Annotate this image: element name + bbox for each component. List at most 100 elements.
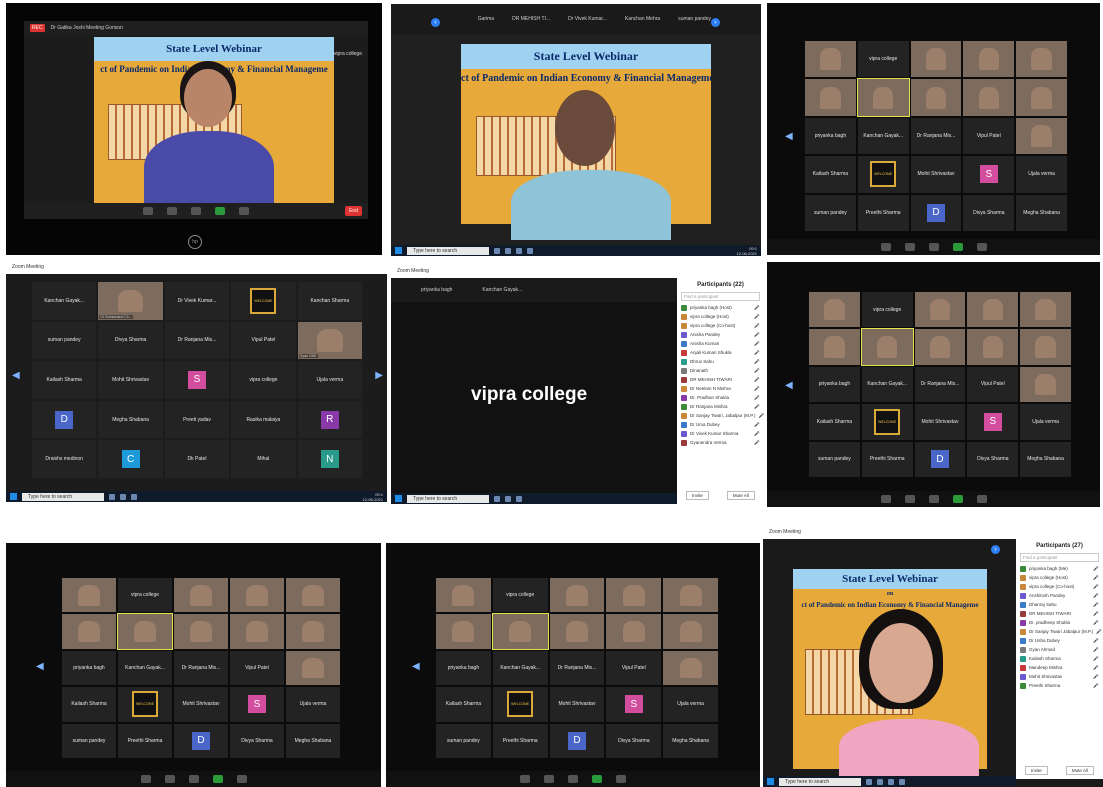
participant-row[interactable]: Anisha Pandey 🎤 xyxy=(677,330,764,339)
participant-row[interactable]: Dr Uma Dubey 🎤 xyxy=(677,420,764,429)
participant-tile[interactable] xyxy=(174,578,228,613)
strip-next-arrow-icon[interactable]: › xyxy=(711,18,720,27)
participant-tile[interactable]: Kanchan Gayak... xyxy=(857,117,909,155)
windows-start-icon[interactable] xyxy=(395,247,402,254)
participant-tile[interactable]: vipra college xyxy=(118,578,172,613)
share-screen-button[interactable] xyxy=(215,207,225,215)
participant-tile[interactable]: Preethi Sharma xyxy=(118,723,172,758)
participant-tile[interactable]: suman pandey xyxy=(436,723,491,758)
participant-row[interactable]: Dhruv Sahu 🎤 xyxy=(677,357,764,366)
windows-start-icon[interactable] xyxy=(395,495,402,502)
participant-row[interactable]: Anshitosh Pandey 🎤 xyxy=(1016,591,1103,600)
participant-row[interactable]: vipra college (Host) 🎤 xyxy=(677,312,764,321)
participant-tile[interactable] xyxy=(606,614,662,649)
participant-tile[interactable] xyxy=(1020,292,1071,328)
participant-tile[interactable] xyxy=(1016,79,1067,116)
participant-tile[interactable]: Kailash Sharma xyxy=(809,404,860,440)
participant-tile[interactable]: Kailash Sharma xyxy=(62,687,116,722)
participant-tile[interactable] xyxy=(1016,41,1067,78)
participant-tile[interactable] xyxy=(663,578,718,613)
participant-tile[interactable]: Kanchan Gayak... xyxy=(118,650,172,686)
participant-tile[interactable]: Divya Sharma xyxy=(606,723,662,758)
participant-tile[interactable]: Mohit Shrivastav xyxy=(98,361,163,399)
participant-tile[interactable] xyxy=(491,613,549,650)
participant-tile[interactable]: D xyxy=(910,194,962,231)
participant-row[interactable]: Gyanendra Verma 🎤 xyxy=(677,438,764,447)
participant-row[interactable]: Gyan Ahmed 🎤 xyxy=(1016,645,1103,654)
mute-button[interactable] xyxy=(143,207,153,215)
participant-tile[interactable]: Dr Ranjana Mis... xyxy=(549,650,605,686)
participant-tile[interactable]: Dr Ranjana Mis... xyxy=(164,321,230,360)
participant-row[interactable]: Dinanath 🎤 xyxy=(677,366,764,375)
participant-tile[interactable]: suman pandey xyxy=(32,321,97,360)
participant-tile[interactable]: priyanka bagh xyxy=(62,650,116,686)
participant-tile[interactable]: Kanchan Gayak... xyxy=(492,650,548,686)
participant-tile[interactable]: Divya Sharma xyxy=(98,321,163,360)
participant-tile[interactable] xyxy=(436,578,491,613)
participant-row[interactable]: Dr Neelam N Mishra 🎤 xyxy=(677,384,764,393)
taskbar-search[interactable]: Type here to search xyxy=(22,492,104,501)
participant-tile[interactable]: Megha Shabana xyxy=(1016,194,1067,231)
invite-button[interactable]: Invite xyxy=(1025,766,1048,775)
participant-row[interactable]: Dr. pradheep Shukla 🎤 xyxy=(1016,618,1103,627)
participant-tile[interactable]: Vipul Patel xyxy=(606,650,662,686)
participant-tile[interactable]: Mihal xyxy=(231,440,296,478)
participant-row[interactable]: DR MEHISH TIWARI 🎤 xyxy=(677,375,764,384)
participant-tile[interactable]: Kanchan Gayak... xyxy=(32,282,97,320)
participant-tile[interactable]: Dr Ranjana Mis... xyxy=(910,117,962,155)
participant-tile[interactable] xyxy=(286,614,340,649)
participant-row[interactable]: DR MEHISH TIWARI 🎤 xyxy=(1016,609,1103,618)
participant-tile[interactable]: Divya Sharma xyxy=(963,194,1015,231)
participant-tile[interactable]: Ujala verma xyxy=(1016,156,1067,193)
participant-tile[interactable]: Preethi Sharma xyxy=(861,441,913,477)
participant-row[interactable]: Kailash Sharma 🎤 xyxy=(1016,654,1103,663)
participant-tile[interactable] xyxy=(856,78,910,117)
participant-tile[interactable]: priyanka bagh xyxy=(436,650,491,686)
participant-tile[interactable]: suman pandey xyxy=(62,723,116,758)
participant-row[interactable]: priyanka bagh (Me) 🎤 xyxy=(1016,564,1103,573)
participant-tile[interactable]: S xyxy=(230,687,284,722)
participant-tile[interactable] xyxy=(910,41,962,78)
prev-page-arrow-icon[interactable]: ◀ xyxy=(12,370,20,381)
participant-tile[interactable]: Divya Sharma xyxy=(967,441,1019,477)
participant-tile[interactable] xyxy=(286,650,340,686)
participant-tile[interactable]: vipra college xyxy=(861,292,913,328)
participant-tile[interactable]: vipra college xyxy=(857,41,909,78)
participant-tile[interactable]: Kanchan Gayak... xyxy=(861,366,913,403)
participant-tile[interactable]: Kailash Sharma xyxy=(805,156,856,193)
participant-tile[interactable]: Kanchan Sharma xyxy=(297,282,362,320)
participant-tile[interactable]: Dr Vivek Kumar... xyxy=(164,282,230,320)
participant-tile[interactable]: Mohit Shrivastav xyxy=(549,687,605,722)
participant-tile[interactable]: S xyxy=(963,156,1015,193)
participant-tile[interactable] xyxy=(805,79,856,116)
prev-page-arrow-icon[interactable]: ◀ xyxy=(785,380,793,391)
participant-tile[interactable] xyxy=(62,614,116,649)
prev-page-arrow-icon[interactable]: ◀ xyxy=(36,661,44,672)
participant-tile[interactable] xyxy=(174,614,228,649)
participant-tile[interactable]: N xyxy=(297,440,362,478)
participant-tile[interactable]: Megha Shabana xyxy=(663,723,718,758)
participant-row[interactable]: vipra college (Co-host) 🎤 xyxy=(1016,582,1103,591)
participant-tile[interactable]: D xyxy=(174,723,228,758)
participant-tile[interactable]: D xyxy=(32,400,97,439)
participant-tile[interactable] xyxy=(914,292,966,328)
reactions-button[interactable] xyxy=(239,207,249,215)
participant-tile[interactable] xyxy=(1020,329,1071,365)
strip-prev-arrow-icon[interactable]: ‹ xyxy=(431,18,440,27)
prev-page-arrow-icon[interactable]: ◀ xyxy=(785,131,793,142)
participant-tile[interactable]: Gyan ONE xyxy=(297,321,362,360)
participant-tile[interactable] xyxy=(663,614,718,649)
participant-tile[interactable]: Dr Ranjana Mis... xyxy=(174,650,228,686)
participant-row[interactable]: vipra college (Co-host) 🎤 xyxy=(677,321,764,330)
participant-tile[interactable]: Megha Shabana xyxy=(1020,441,1071,477)
participant-search-input[interactable]: Find a participant xyxy=(1020,553,1099,562)
participant-tile[interactable]: Rasika malaiya xyxy=(231,400,296,439)
participant-tile[interactable]: WELCOME xyxy=(492,687,548,722)
participant-tile[interactable] xyxy=(860,328,914,366)
participant-tile[interactable]: D xyxy=(549,723,605,758)
taskbar-search[interactable]: Type here to search xyxy=(407,494,489,503)
participant-tile[interactable]: WELCOME xyxy=(231,282,296,320)
participant-tile[interactable]: vipra college xyxy=(492,578,548,613)
participant-row[interactable]: Dr. Pradhan Shukla 🎤 xyxy=(677,393,764,402)
participant-row[interactable]: Anisha Kumari 🎤 xyxy=(677,339,764,348)
